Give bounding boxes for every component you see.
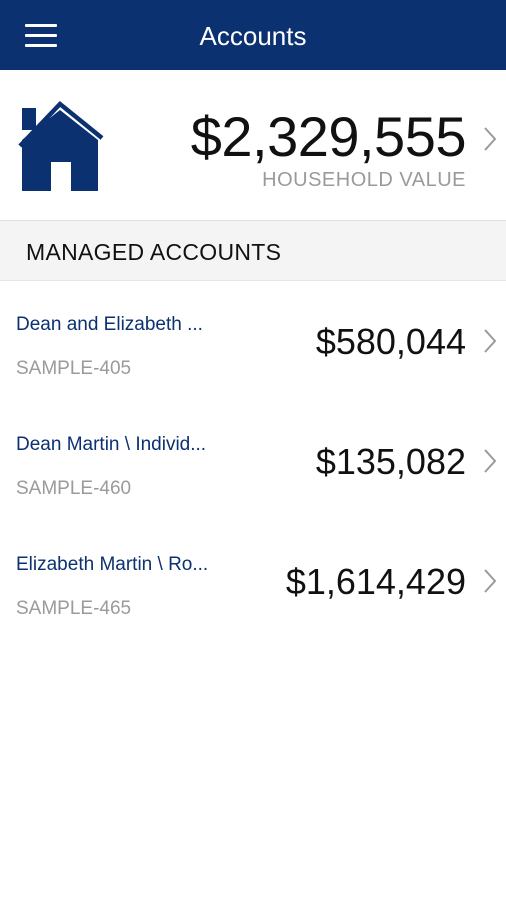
page-title: Accounts [199, 21, 307, 51]
account-row[interactable]: Elizabeth Martin \ Ro... SAMPLE-465 $1,6… [0, 521, 506, 641]
chevron-right-icon [484, 127, 497, 151]
account-name: Elizabeth Martin \ Ro... [16, 554, 209, 575]
account-value: $1,614,429 [285, 561, 466, 602]
account-row[interactable]: Dean Martin \ Individ... SAMPLE-460 $135… [0, 401, 506, 521]
chevron-right-icon [484, 449, 497, 473]
household-value: $2,329,555 [190, 105, 467, 168]
managed-accounts-header: MANAGED ACCOUNTS [0, 221, 506, 281]
household-value-label: HOUSEHOLD VALUE [262, 169, 466, 191]
top-app-bar: Accounts [0, 0, 506, 70]
account-id: SAMPLE-465 [16, 598, 132, 619]
account-value: $135,082 [315, 441, 466, 482]
chevron-right-icon [484, 569, 497, 593]
account-row[interactable]: Dean and Elizabeth ... SAMPLE-405 $580,0… [0, 281, 506, 401]
house-icon [18, 100, 104, 191]
account-id: SAMPLE-460 [16, 478, 132, 499]
household-value-row[interactable]: $2,329,555 HOUSEHOLD VALUE [0, 70, 506, 221]
account-id: SAMPLE-405 [16, 358, 132, 379]
account-name: Dean and Elizabeth ... [16, 314, 203, 335]
account-value: $580,044 [315, 321, 466, 362]
section-title: MANAGED ACCOUNTS [26, 239, 282, 265]
chevron-right-icon [484, 329, 497, 353]
account-name: Dean Martin \ Individ... [16, 434, 207, 455]
